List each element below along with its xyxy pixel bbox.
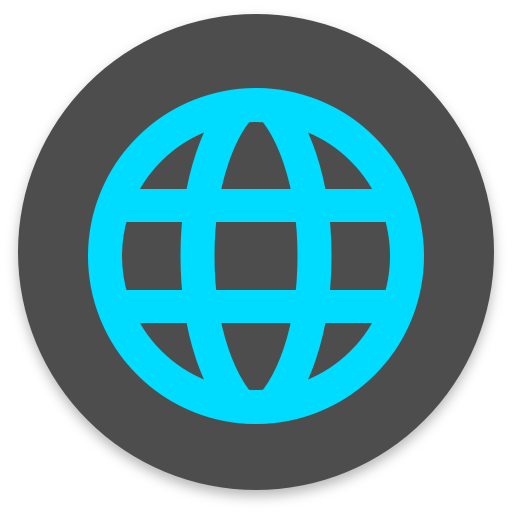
- globe-latitude-top: [105, 189, 407, 222]
- globe-app-icon: [18, 14, 494, 490]
- globe-latitude-bottom: [105, 290, 407, 323]
- app-icon[interactable]: [0, 0, 512, 512]
